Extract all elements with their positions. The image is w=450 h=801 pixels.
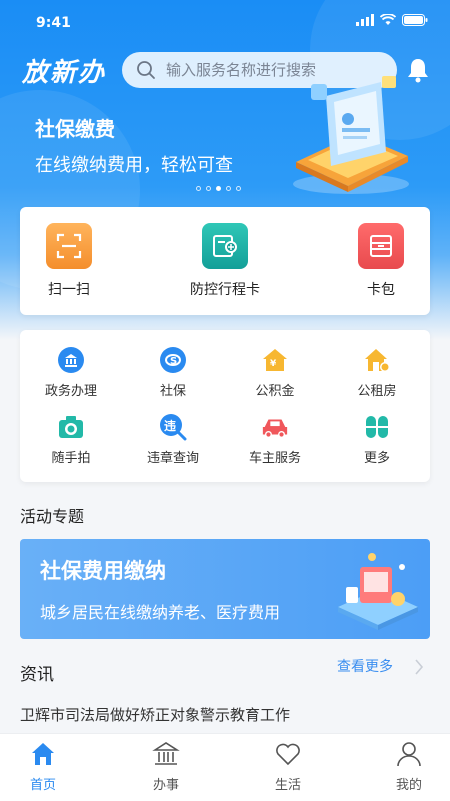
service-government[interactable]: 政务办理: [20, 346, 122, 399]
pagination-dot[interactable]: [236, 186, 241, 191]
quick-actions-card: 扫一扫 防控行程卡 卡包: [20, 207, 430, 315]
tab-label: 生活: [274, 778, 301, 793]
trip-card-icon: [202, 223, 248, 269]
news-item[interactable]: 卫辉市司法局做好矫正对象警示教育工作: [20, 704, 290, 725]
service-label: 更多: [363, 451, 390, 466]
signal-icon: [356, 14, 374, 26]
service-label: 公积金: [255, 384, 295, 399]
pagination-dot-active[interactable]: [216, 186, 221, 191]
banner-subtitle: 在线缴纳费用，轻松可查: [35, 155, 233, 176]
pagination-dot[interactable]: [206, 186, 211, 191]
chevron-right-icon[interactable]: [414, 658, 424, 676]
service-label: 车主服务: [248, 451, 301, 466]
service-public-housing[interactable]: 公租房: [326, 346, 428, 399]
tab-profile[interactable]: 我的: [369, 740, 449, 793]
government-icon: [57, 346, 85, 374]
service-label: 公租房: [357, 384, 397, 399]
banner-pagination[interactable]: [196, 186, 241, 191]
quick-action-label: 防控行程卡: [190, 282, 260, 298]
search-icon: [137, 61, 155, 79]
promo-subtitle: 城乡居民在线缴纳养老、医疗费用: [40, 603, 281, 622]
wifi-icon: [380, 14, 396, 25]
pagination-dot[interactable]: [196, 186, 201, 191]
home-icon: [32, 743, 54, 765]
svg-text:违: 违: [164, 418, 176, 433]
promo-illustration: [338, 553, 418, 630]
view-more-link[interactable]: 查看更多: [337, 656, 393, 676]
tab-home[interactable]: 首页: [3, 740, 83, 793]
service-violation-query[interactable]: 违 违章查询: [122, 413, 224, 466]
tab-life[interactable]: 生活: [248, 740, 328, 793]
status-icons: [356, 14, 428, 26]
service-car-owner[interactable]: 车主服务: [224, 413, 326, 466]
service-label: 违章查询: [146, 451, 199, 466]
banner-illustration: [293, 76, 409, 194]
service-label: 社保: [159, 384, 186, 399]
banner-title[interactable]: 社保缴费: [35, 113, 115, 142]
activity-section-title: 活动专题: [20, 507, 85, 526]
violation-icon: 违: [159, 413, 187, 441]
car-icon: [261, 413, 289, 441]
quick-action-trip-card[interactable]: 防控行程卡: [180, 223, 270, 299]
battery-icon: [402, 14, 428, 26]
news-section-title: 资讯: [20, 665, 54, 685]
app-logo: 放新办: [22, 58, 107, 88]
quick-action-card-wallet[interactable]: 卡包: [336, 223, 426, 299]
services-grid-card: 政务办理 S 社保 ¥ 公积金 公租房 随手拍 违 违章查询 车主服务 更多: [20, 330, 430, 482]
profile-icon: [397, 742, 421, 767]
social-security-icon: S: [159, 346, 187, 374]
card-wallet-icon: [358, 223, 404, 269]
heart-icon: [276, 743, 300, 766]
service-label: 随手拍: [51, 451, 91, 466]
quick-action-scan[interactable]: 扫一扫: [24, 223, 114, 299]
activity-promo-banner[interactable]: 社保费用缴纳 城乡居民在线缴纳养老、医疗费用: [20, 539, 430, 639]
svg-text:S: S: [170, 356, 177, 367]
public-housing-icon: [363, 346, 391, 374]
bottom-tab-bar: 首页 办事 生活 我的: [0, 733, 450, 801]
camera-icon: [57, 413, 85, 441]
promo-title: 社保费用缴纳: [40, 559, 166, 583]
tab-affairs[interactable]: 办事: [126, 740, 206, 793]
service-camera[interactable]: 随手拍: [20, 413, 122, 466]
tab-label: 首页: [29, 778, 56, 793]
service-more[interactable]: 更多: [326, 413, 428, 466]
quick-action-label: 卡包: [367, 282, 395, 298]
scan-icon: [46, 223, 92, 269]
pagination-dot[interactable]: [226, 186, 231, 191]
tab-label: 办事: [152, 778, 179, 793]
more-icon: [363, 413, 391, 441]
service-social-security[interactable]: S 社保: [122, 346, 224, 399]
service-label: 政务办理: [44, 384, 97, 399]
housing-fund-icon: ¥: [261, 346, 289, 374]
quick-action-label: 扫一扫: [48, 282, 90, 298]
status-time: 9:41: [36, 15, 71, 31]
status-bar: 9:41: [0, 0, 450, 44]
affairs-icon: [152, 742, 180, 765]
tab-label: 我的: [395, 778, 422, 793]
svg-text:¥: ¥: [270, 359, 277, 369]
service-housing-fund[interactable]: ¥ 公积金: [224, 346, 326, 399]
